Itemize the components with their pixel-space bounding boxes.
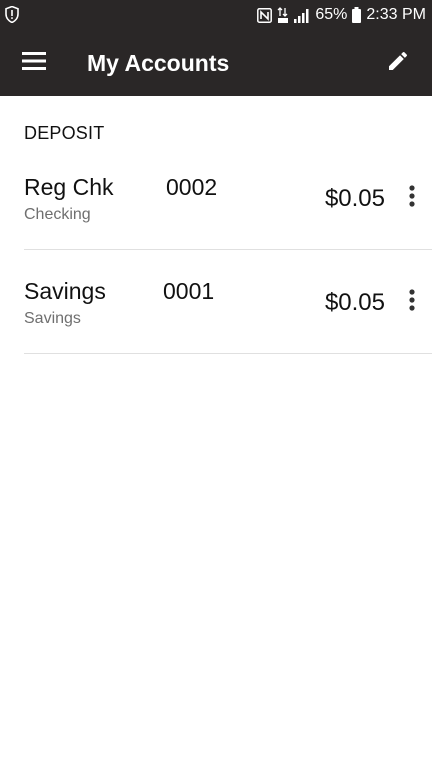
account-name: Savings [24, 278, 106, 304]
pencil-icon [386, 49, 410, 78]
clock: 2:33 PM [366, 6, 426, 23]
menu-button[interactable] [10, 39, 58, 87]
status-icons: 65% 2:33 PM [257, 0, 426, 30]
account-type: Checking [24, 206, 91, 223]
account-type: Savings [24, 310, 81, 327]
account-balance: $0.05 [324, 289, 385, 316]
account-name: Reg Chk [24, 174, 114, 200]
account-row[interactable]: Reg Chk Checking 0002 $0.05 [24, 146, 432, 250]
battery-percent: 65% [315, 6, 348, 23]
account-balance: $0.05 [324, 185, 385, 212]
app-bar: My Accounts [0, 30, 432, 96]
row-divider [24, 353, 432, 354]
account-number: 0001 [163, 278, 215, 304]
account-number: 0002 [166, 174, 218, 200]
battery-icon [352, 7, 362, 23]
nfc-icon [257, 7, 273, 23]
section-header-deposit: DEPOSIT [24, 123, 105, 143]
account-options-button[interactable] [400, 182, 424, 214]
status-bar: 65% 2:33 PM [0, 0, 432, 30]
signal-strength-icon [294, 8, 310, 23]
account-row[interactable]: Savings Savings 0001 $0.05 [24, 250, 432, 354]
more-vert-icon [409, 288, 415, 316]
shield-alert-icon [5, 5, 19, 24]
screen: 65% 2:33 PM My Accounts DEPOSIT Reg Chk … [0, 0, 432, 768]
page-title: My Accounts [87, 50, 230, 76]
account-options-button[interactable] [400, 286, 424, 318]
hamburger-menu-icon [22, 51, 46, 75]
more-vert-icon [409, 184, 415, 212]
edit-button[interactable] [374, 39, 422, 87]
data-transfer-icon [277, 6, 289, 24]
